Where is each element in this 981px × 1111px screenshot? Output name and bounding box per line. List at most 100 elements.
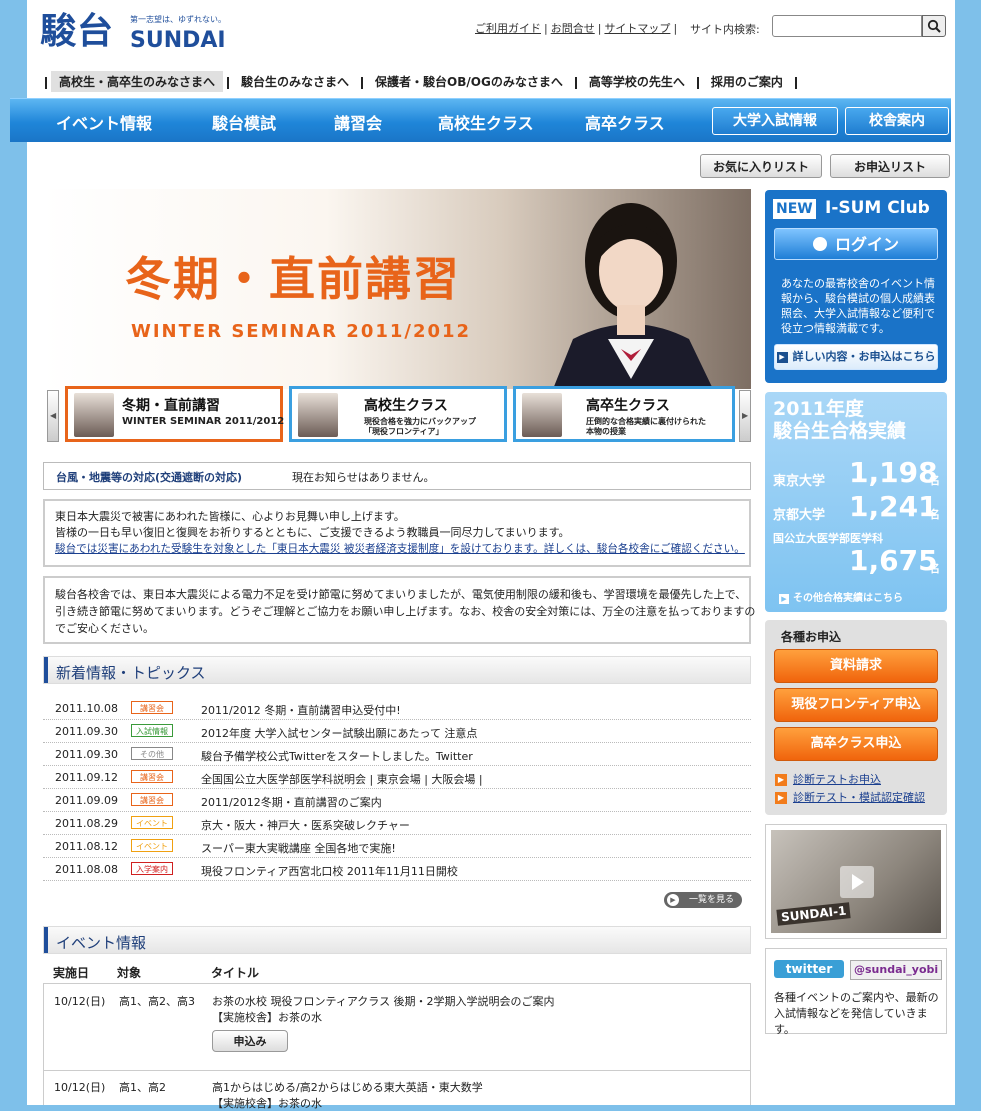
play-circle-icon [812, 236, 827, 251]
power-line: 引き続き節電に努めてまいります。どうぞご理解とご協力をお願い申し上げます。なお、… [55, 605, 756, 618]
news-category-badge: イベント [131, 839, 173, 852]
relief-program-link[interactable]: 駿台では災害にあわれた受験生を対象とした「東日本大震災 被災者経済支援制度」を設… [55, 541, 745, 557]
news-title[interactable]: 駿台予備学校公式Twitterをスタートしました。Twitter [201, 748, 473, 764]
results-title: 駿台生合格実績 [773, 420, 907, 442]
result-label: 東京大学 [773, 474, 826, 489]
event-place: 【実施校舎】お茶の水 [212, 1011, 322, 1024]
mock-exam-check-label: 診断テスト・模試認定確認 [793, 791, 925, 804]
video-thumbnail: SUNDAI-1 [771, 830, 941, 933]
audience-teachers[interactable]: 高等学校の先生へ [581, 71, 693, 92]
event-title[interactable]: 高1からはじめる/高2からはじめる東大英語・東大数学 [212, 1079, 483, 1095]
divider [45, 76, 47, 89]
news-date: 2011.09.30 [55, 748, 118, 761]
nav-mock-exams[interactable]: 駿台模試 [212, 110, 276, 134]
building-sign: SUNDAI-1 [776, 902, 852, 926]
request-materials-button[interactable]: 資料請求 [774, 649, 938, 683]
results-year: 2011年度 [773, 398, 864, 420]
news-date: 2011.09.09 [55, 794, 118, 807]
typhoon-label: 台風・地震等の対応(交通遮断の対応) [56, 471, 243, 484]
application-list-button[interactable]: お申込リスト [830, 154, 950, 178]
typhoon-notice: 台風・地震等の対応(交通遮断の対応) 現在お知らせはありません。 [43, 462, 751, 490]
news-list: 2011.10.08 講習会 2011/2012 冬期・直前講習申込受付中! 2011… [43, 697, 751, 881]
sundai-logo[interactable]: 駿台 第一志望は、ゆずれない。 SUNDAI [40, 8, 240, 58]
news-title[interactable]: 現役フロンティア西宮北口校 2011年11月11日開校 [201, 863, 458, 879]
audience-students[interactable]: 高校生・高卒生のみなさまへ [51, 71, 224, 92]
arrow-right-icon: ▶ [775, 792, 787, 804]
sitemap-link[interactable]: サイトマップ [604, 22, 670, 35]
nav-campus-guide[interactable]: 校舎案内 [845, 107, 949, 135]
event-title[interactable]: お茶の水校 現役フロンティアクラス 後期・2学期入学説明会のご案内 [212, 993, 555, 1009]
news-title[interactable]: 京大・阪大・神戸大・医系突破レクチャー [201, 817, 410, 833]
arrow-right-icon: ▶ [775, 774, 787, 786]
news-item[interactable]: 2011.09.30 その他 駿台予備学校公式Twitterをスタートしました。Tw… [43, 743, 751, 766]
guide-link[interactable]: ご利用ガイド [475, 22, 541, 35]
news-item[interactable]: 2011.09.30 入試情報 2012年度 大学入試センター試験出願にあたって 注… [43, 720, 751, 743]
other-results-link[interactable]: ▶ その他合格実績はこちら [779, 589, 903, 604]
news-title[interactable]: スーパー東大実戦講座 全国各地で実施! [201, 840, 396, 856]
search-label: サイト内検索: [690, 23, 760, 36]
news-title[interactable]: 2011/2012 冬期・直前講習申込受付中! [201, 702, 401, 718]
logo-kanji: 駿台 [40, 11, 115, 52]
carousel-prev-button[interactable]: ◀ [47, 390, 59, 442]
audience-parents[interactable]: 保護者・駿台OB/OGのみなさまへ [367, 71, 571, 92]
hero-banner[interactable]: 冬期・直前講習 WINTER SEMINAR 2011/2012 [43, 189, 751, 389]
result-label: 京都大学 [773, 508, 826, 523]
nav-highschool-class[interactable]: 高校生クラス [438, 110, 534, 134]
isum-detail-button[interactable]: ▶ 詳しい内容・お申込はこちら [774, 344, 938, 370]
carousel-slide-graduate[interactable]: 高卒生クラス 圧倒的な合格実績に裏付けられた 本物の授業 [513, 386, 735, 442]
carousel-next-button[interactable]: ▶ [739, 390, 751, 442]
logo-tagline: 第一志望は、ゆずれない。 [130, 15, 226, 24]
promo-video[interactable]: SUNDAI-1 [765, 824, 947, 939]
search-input[interactable] [772, 15, 922, 37]
news-item[interactable]: 2011.08.12 イベント スーパー東大実戦講座 全国各地で実施! [43, 835, 751, 858]
chevron-left-icon: ◀ [50, 411, 57, 420]
slide-thumbnail [298, 393, 338, 437]
news-item[interactable]: 2011.09.09 講習会 2011/2012冬期・直前講習のご案内 [43, 789, 751, 812]
isum-description: あなたの最寄校舎のイベント情報から、駿台模試の個人成績表照会、大学入試情報など便… [781, 277, 935, 335]
news-title[interactable]: 全国国公立大医学部医学科説明会 | 東京会場 | 大阪会場 | [201, 771, 483, 787]
header-accent [44, 927, 48, 953]
carousel-slide-winter[interactable]: 冬期・直前講習 WINTER SEMINAR 2011/2012 [65, 386, 284, 442]
play-icon: ▶ [667, 894, 679, 906]
news-section-header: 新着情報・トピックス [43, 656, 751, 684]
audience-sundai-students[interactable]: 駿台生のみなさまへ [233, 71, 357, 92]
hero-title: 冬期・直前講習 [125, 252, 461, 306]
nav-admissions-info[interactable]: 大学入試情報 [712, 107, 838, 135]
news-title[interactable]: 2012年度 大学入試センター試験出願にあたって 注意点 [201, 725, 477, 741]
events-section-header: イベント情報 [43, 926, 751, 954]
search-button[interactable] [922, 15, 946, 37]
result-number: 1,675 [849, 544, 938, 577]
news-more-button[interactable]: ▶ 一覧を見る [664, 892, 742, 908]
diagnostic-test-label: 診断テストお申込 [793, 773, 881, 786]
audience-nav: 高校生・高卒生のみなさまへ 駿台生のみなさまへ 保護者・駿台OB/OGのみなさまへ高… [41, 71, 801, 92]
carousel-slide-highschool[interactable]: 高校生クラス 現役合格を強力にバックアップ 「現役フロンティア」 [289, 386, 507, 442]
event-place: 【実施校舎】お茶の水 [212, 1097, 322, 1110]
nav-seminars[interactable]: 講習会 [334, 110, 382, 134]
event-date: 10/12(日) [54, 1081, 106, 1094]
news-item[interactable]: 2011.09.12 講習会 全国国公立大医学部医学科説明会 | 東京会場 | 大阪… [43, 766, 751, 789]
slide-thumbnail [74, 393, 114, 437]
audience-recruit[interactable]: 採用のご案内 [703, 71, 791, 92]
news-title[interactable]: 2011/2012冬期・直前講習のご案内 [201, 794, 382, 810]
twitter-logo[interactable]: twitter [774, 960, 844, 978]
favorites-list-button[interactable]: お気に入りリスト [700, 154, 822, 178]
nav-graduate-class[interactable]: 高卒クラス [585, 110, 665, 134]
event-target: 高1、高2、高3 [119, 995, 195, 1008]
search-icon [927, 19, 941, 33]
login-button[interactable]: ログイン [774, 228, 938, 260]
results-panel[interactable]: 2011年度 駿台生合格実績 東京大学 1,198 名 京都大学 1,241 名 … [765, 392, 947, 612]
news-item[interactable]: 2011.10.08 講習会 2011/2012 冬期・直前講習申込受付中! [43, 697, 751, 720]
news-item[interactable]: 2011.08.29 イベント 京大・阪大・神戸大・医系突破レクチャー [43, 812, 751, 835]
mock-exam-check-link[interactable]: ▶ 診断テスト・模試認定確認 [775, 789, 925, 805]
twitter-handle[interactable]: @sundai_yobi [850, 960, 943, 980]
nav-events[interactable]: イベント情報 [56, 110, 152, 134]
frontier-apply-button[interactable]: 現役フロンティア申込 [774, 688, 938, 722]
contact-link[interactable]: お問合せ [551, 22, 595, 35]
diagnostic-test-link[interactable]: ▶ 診断テストお申込 [775, 771, 881, 787]
new-badge: NEW [773, 199, 816, 219]
result-unit: 名 [929, 474, 940, 487]
news-item[interactable]: 2011.08.08 入学案内 現役フロンティア西宮北口校 2011年11月11日開… [43, 858, 751, 881]
event-apply-button[interactable]: 申込み [212, 1030, 288, 1052]
other-results-label: その他合格実績はこちら [793, 593, 903, 604]
graduate-class-apply-button[interactable]: 高卒クラス申込 [774, 727, 938, 761]
